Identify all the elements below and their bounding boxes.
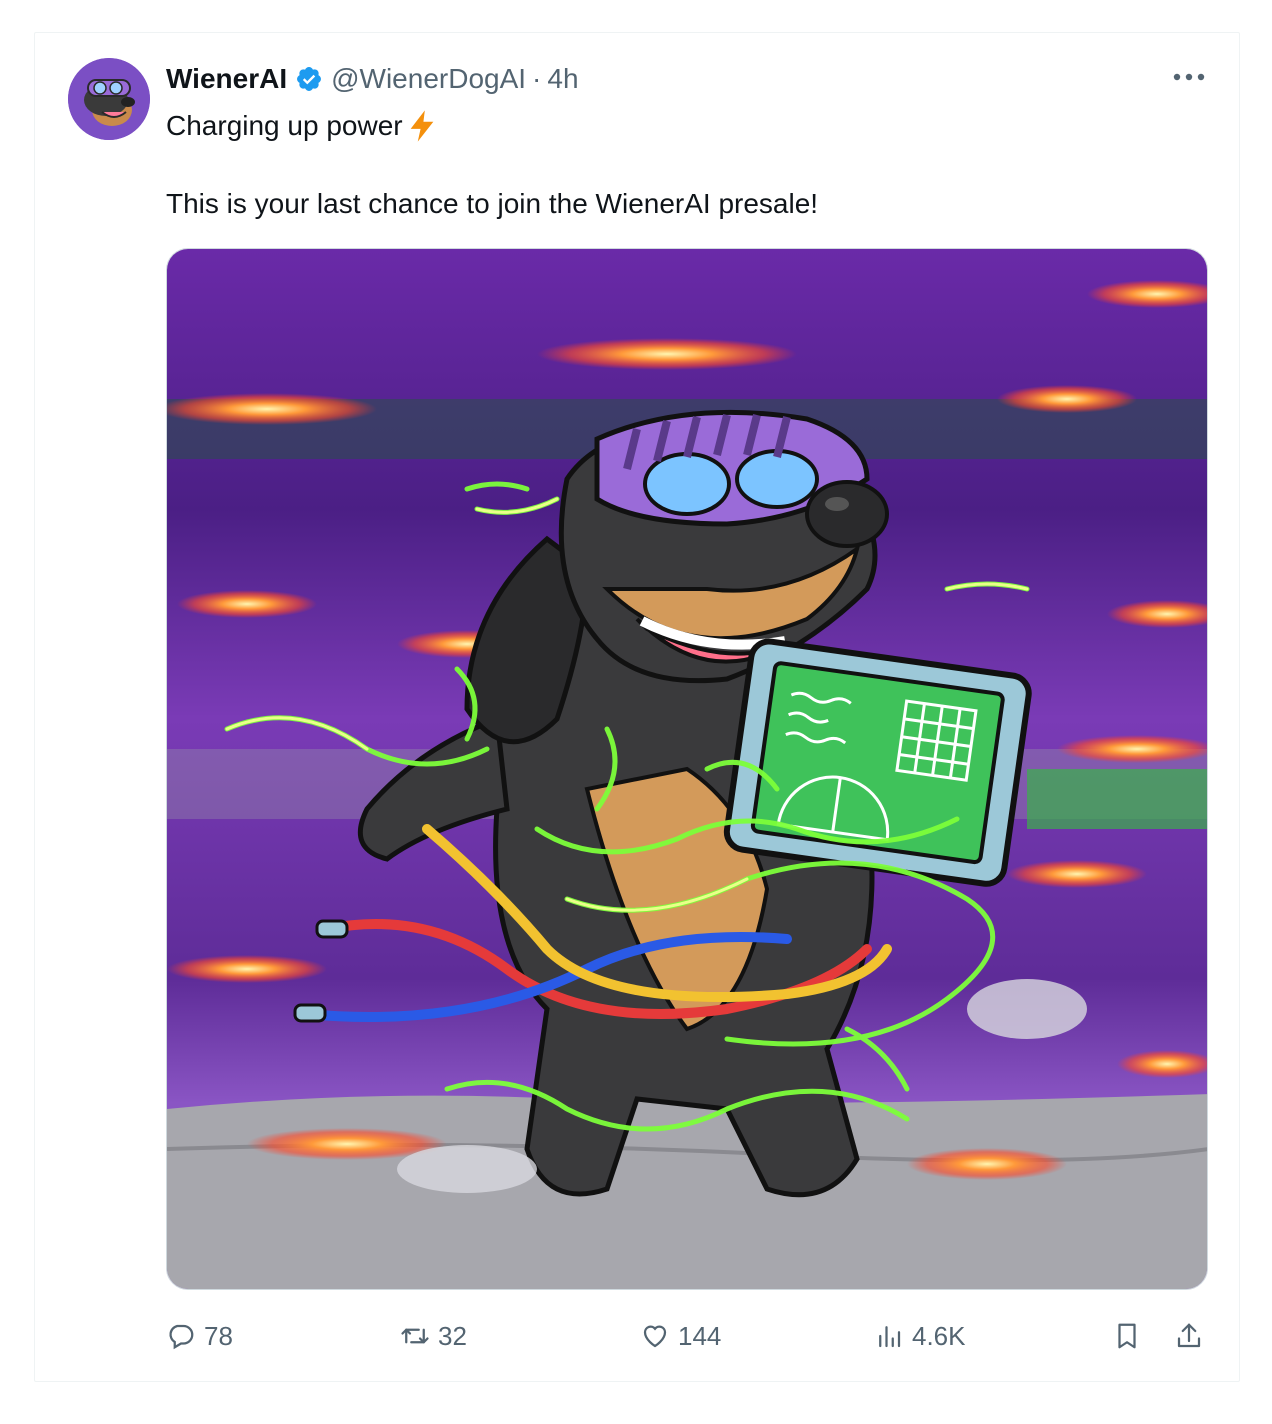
like-count: 144 <box>678 1320 722 1351</box>
bookmark-icon <box>1118 1323 1136 1349</box>
avatar-wiener-dog-icon <box>68 58 150 140</box>
tweet-text-line1-content: Charging up power <box>166 110 403 141</box>
share-button[interactable] <box>1174 1316 1204 1356</box>
tweet-actions: 78 32 144 4.6K <box>166 1316 1210 1356</box>
bookmark-button[interactable] <box>1112 1316 1142 1356</box>
more-icon <box>1173 73 1205 81</box>
timestamp[interactable]: 4h <box>547 63 578 95</box>
dog-illustration <box>167 249 1207 1289</box>
display-name[interactable]: WienerAI <box>166 63 287 95</box>
tweet-text-line1: Charging up power <box>166 106 439 146</box>
reply-count: 78 <box>204 1320 233 1351</box>
lightning-emoji-icon <box>410 110 433 142</box>
reply-icon <box>169 1324 194 1350</box>
share-icon <box>1177 1323 1201 1348</box>
views-count: 4.6K <box>912 1320 966 1351</box>
tweet-media-image[interactable] <box>166 248 1208 1290</box>
handle[interactable]: @WienerDogAI <box>331 63 526 95</box>
like-button[interactable]: 144 <box>640 1316 721 1356</box>
views-icon <box>879 1326 901 1348</box>
heart-icon <box>643 1325 667 1348</box>
views-button[interactable]: 4.6K <box>874 1316 966 1356</box>
tweet-text-line2: This is your last chance to join the Wie… <box>166 188 819 219</box>
tweet-header: WienerAI @WienerDogAI · 4h <box>166 60 579 98</box>
avatar[interactable] <box>68 58 150 140</box>
more-button[interactable] <box>1166 62 1212 92</box>
retweet-count: 32 <box>438 1320 467 1351</box>
verified-badge-icon[interactable] <box>295 65 323 93</box>
separator-dot: · <box>532 63 542 94</box>
retweet-icon <box>401 1328 429 1344</box>
reply-button[interactable]: 78 <box>166 1316 233 1356</box>
retweet-button[interactable]: 32 <box>400 1316 467 1356</box>
